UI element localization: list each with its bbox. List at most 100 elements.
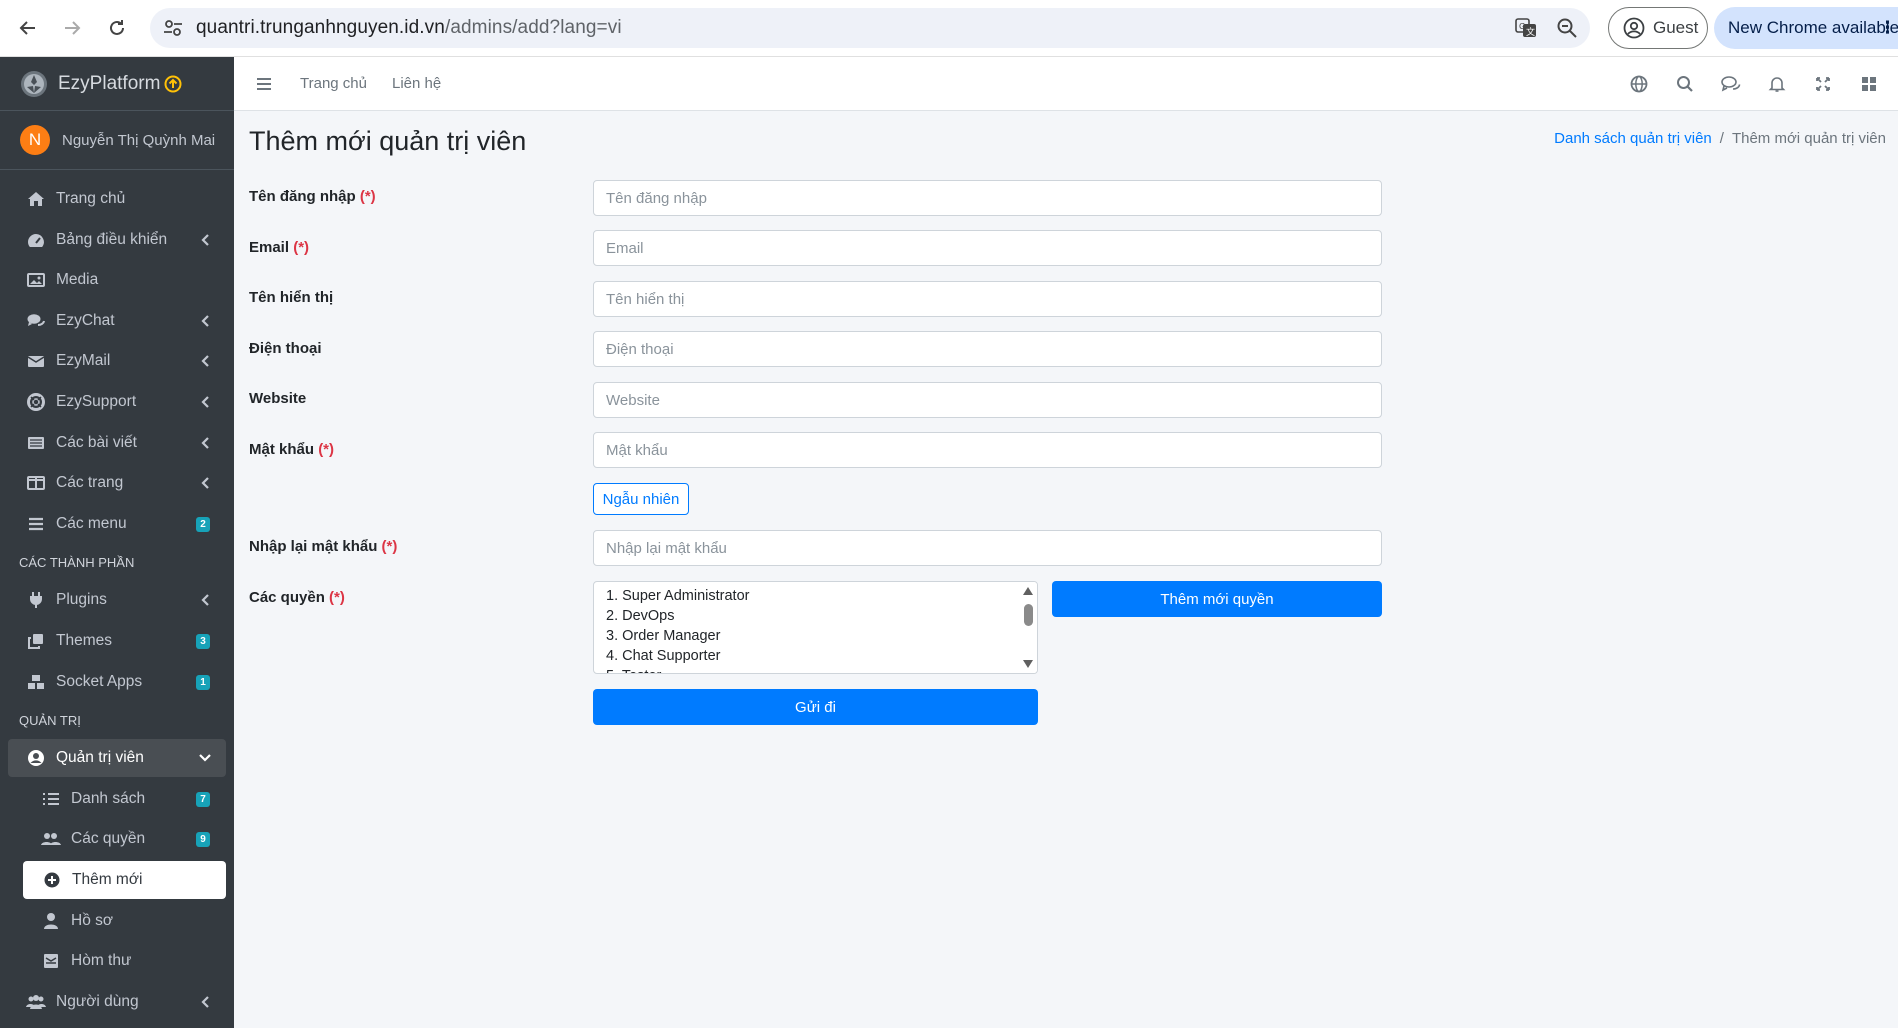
zoom-icon[interactable] (1555, 16, 1579, 40)
brand-text: EzyPlatform (58, 72, 161, 94)
role-option[interactable]: 1. Super Administrator (606, 586, 1037, 606)
url-text: quantri.trunganhnguyen.id.vn/admins/add?… (196, 17, 622, 38)
password-input[interactable] (593, 432, 1382, 468)
sidebar-item-plugins[interactable]: Plugins (8, 581, 226, 619)
brand[interactable]: EzyPlatform (0, 57, 234, 111)
role-option[interactable]: 5. Tester (606, 666, 1037, 673)
breadcrumb-admin-list-link[interactable]: Danh sách quản trị viên (1554, 130, 1712, 147)
sidebar-item-ezychat[interactable]: EzyChat (8, 302, 226, 340)
role-option[interactable]: 2. DevOps (606, 606, 1037, 626)
newspaper-icon (26, 433, 46, 453)
sidebar-item-pages[interactable]: Các trang (8, 464, 226, 502)
user-icon (41, 911, 61, 931)
admin-roles-count-badge: 9 (196, 832, 210, 848)
email-label: Email (*) (249, 239, 310, 256)
required-mark: (*) (329, 589, 345, 606)
submit-button[interactable]: Gửi đi (593, 689, 1038, 725)
sidebar-item-ezysupport[interactable]: EzySupport (8, 383, 226, 421)
translate-icon[interactable]: 文G (1514, 16, 1538, 40)
update-label: New Chrome available (1728, 18, 1898, 37)
scroll-up-icon[interactable] (1022, 586, 1034, 596)
sidebar: EzyPlatform N Nguyễn Thị Quỳnh Mai Trang… (0, 57, 234, 1028)
username-input[interactable] (593, 180, 1382, 216)
home-icon (26, 189, 46, 209)
roles-scrollbar[interactable] (1019, 582, 1037, 673)
chevron-left-icon (201, 396, 209, 408)
chrome-update-button[interactable]: New Chrome available ⋮ (1714, 7, 1898, 49)
sidebar-item-users[interactable]: Người dùng (8, 983, 226, 1021)
breadcrumb-current: Thêm mới quản trị viên (1731, 130, 1886, 147)
profile-label: Guest (1653, 18, 1699, 37)
sidebar-item-ezymail[interactable]: EzyMail (8, 342, 226, 380)
chevron-left-icon (201, 477, 209, 489)
roles-list: 1. Super Administrator 2. DevOps 3. Orde… (594, 582, 1037, 673)
mail-bulk-icon (41, 951, 61, 971)
add-role-button[interactable]: Thêm mới quyền (1052, 581, 1382, 617)
grid-icon[interactable] (1858, 73, 1880, 95)
fullscreen-icon[interactable] (1812, 73, 1834, 95)
profile-button[interactable]: Guest (1608, 7, 1708, 49)
user-panel[interactable]: N Nguyễn Thị Quỳnh Mai (0, 111, 234, 170)
upgrade-icon[interactable] (164, 75, 182, 93)
themes-count-badge: 3 (196, 633, 210, 649)
required-mark: (*) (359, 188, 376, 205)
gauge-icon (26, 230, 46, 250)
website-input[interactable] (593, 382, 1382, 418)
sidebar-item-admin-list[interactable]: Danh sách 7 (8, 780, 226, 818)
socket-apps-count-badge: 1 (196, 674, 210, 690)
random-password-button[interactable]: Ngẫu nhiên (593, 483, 689, 515)
confirm-password-label: Nhập lại mật khẩu (*) (249, 538, 398, 555)
role-option[interactable]: 3. Order Manager (606, 626, 1037, 646)
sidebar-item-dashboard[interactable]: Bảng điều khiển (8, 221, 226, 259)
sidebar-item-themes[interactable]: Themes 3 (8, 622, 226, 660)
roles-multiselect[interactable]: 1. Super Administrator 2. DevOps 3. Orde… (593, 581, 1038, 674)
avatar: N (20, 125, 50, 155)
user-circle-icon (26, 748, 46, 768)
display-name-input[interactable] (593, 281, 1382, 317)
svg-text:文: 文 (1526, 26, 1535, 38)
forward-icon[interactable] (56, 12, 88, 44)
reload-icon[interactable] (101, 12, 133, 44)
role-option[interactable]: 4. Chat Supporter (606, 646, 1037, 666)
back-icon[interactable] (12, 12, 44, 44)
user-name[interactable]: Nguyễn Thị Quỳnh Mai (62, 132, 215, 149)
sidebar-item-admin-roles[interactable]: Các quyền 9 (8, 820, 226, 858)
bell-icon[interactable] (1766, 73, 1788, 95)
required-mark: (*) (293, 239, 310, 256)
search-icon[interactable] (1674, 73, 1696, 95)
page-title: Thêm mới quản trị viên (249, 126, 527, 156)
email-input[interactable] (593, 230, 1382, 266)
display-name-label: Tên hiển thị (249, 289, 334, 306)
sidebar-item-admin-profile[interactable]: Hồ sơ (8, 902, 226, 940)
sidebar-item-administrators[interactable]: Quản trị viên (8, 739, 226, 778)
password-label: Mật khẩu (*) (249, 441, 335, 458)
required-mark: (*) (318, 441, 335, 458)
sidebar-item-admin-add[interactable]: Thêm mới (23, 860, 226, 899)
more-menu-icon[interactable]: ⋮ (1879, 7, 1896, 49)
sidebar-item-menus[interactable]: Các menu 2 (8, 505, 226, 543)
admin-list-count-badge: 7 (196, 791, 210, 807)
confirm-password-input[interactable] (593, 530, 1382, 566)
site-settings-icon[interactable] (162, 17, 184, 39)
globe-icon[interactable] (1628, 73, 1650, 95)
nav-link-contact[interactable]: Liên hệ (392, 57, 441, 111)
sidebar-item-admin-inbox[interactable]: Hòm thư (8, 942, 226, 980)
scroll-down-icon[interactable] (1022, 659, 1034, 669)
sidebar-item-socket-apps[interactable]: Socket Apps 1 (8, 663, 226, 701)
hamburger-icon[interactable] (254, 74, 274, 94)
address-bar[interactable]: quantri.trunganhnguyen.id.vn/admins/add?… (150, 8, 1590, 48)
image-icon (26, 270, 46, 290)
scrollbar-thumb[interactable] (1024, 604, 1033, 626)
chat-icon[interactable] (1720, 73, 1742, 95)
lifebuoy-icon (26, 392, 46, 412)
breadcrumb-separator: / (1719, 130, 1724, 147)
sidebar-item-home[interactable]: Trang chủ (8, 180, 226, 218)
profile-icon (1623, 17, 1645, 39)
phone-input[interactable] (593, 331, 1382, 367)
sidebar-item-media[interactable]: Media (8, 261, 226, 299)
sidebar-item-posts[interactable]: Các bài viết (8, 424, 226, 462)
roles-label: Các quyền (*) (249, 589, 345, 606)
chevron-left-icon (201, 315, 209, 327)
nav-link-home[interactable]: Trang chủ (300, 57, 367, 111)
chevron-left-icon (201, 594, 209, 607)
